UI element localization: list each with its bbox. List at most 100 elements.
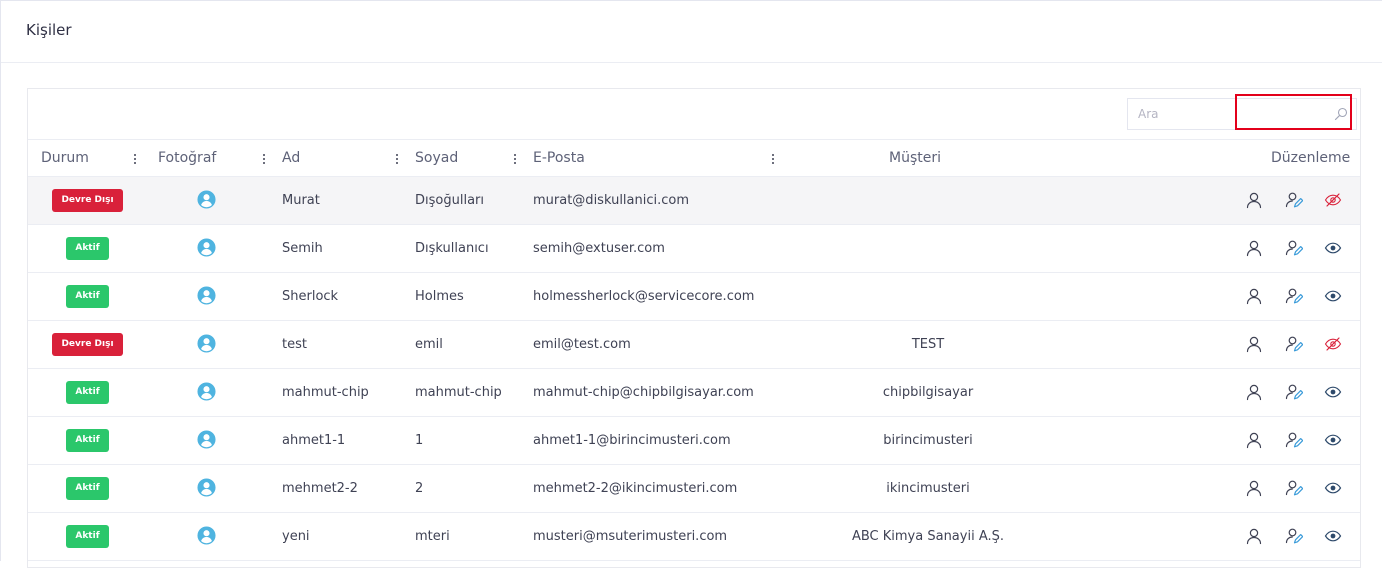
- page-header: Kişiler: [1, 1, 1382, 63]
- cell-first-name: yeni: [282, 529, 310, 544]
- column-menu-fotograf-icon[interactable]: [262, 154, 266, 166]
- avatar-icon: [197, 286, 216, 305]
- table-row: Aktif mehmet2-2 2 mehmet2-2@ikincimusteri.c…: [28, 465, 1360, 513]
- avatar-icon: [197, 526, 216, 545]
- eye-off-icon[interactable]: [1324, 191, 1342, 209]
- column-header-fotograf[interactable]: Fotoğraf: [158, 140, 216, 177]
- row-actions: [1233, 369, 1350, 416]
- cell-email: holmessherlock@servicecore.com: [533, 289, 755, 304]
- column-menu-durum-icon[interactable]: [133, 154, 137, 166]
- cell-customer: TEST: [911, 337, 945, 352]
- table-row: Aktif mahmut-chip mahmut-chip mahmut-chip@c…: [28, 369, 1360, 417]
- table-row: Aktif ahmet1-1 1 ahmet1-1@birincimusteri.co…: [28, 417, 1360, 465]
- column-menu-eposta-icon[interactable]: [771, 154, 775, 166]
- table-row: Aktif yeni mteri musteri@msuterimusteri.com…: [28, 513, 1360, 561]
- cell-first-name: ahmet1-1: [282, 433, 346, 448]
- view-user-icon[interactable]: [1245, 383, 1263, 401]
- cell-first-name: test: [282, 337, 307, 352]
- avatar-icon: [197, 334, 216, 353]
- eye-icon[interactable]: [1324, 479, 1342, 497]
- edit-user-icon[interactable]: [1285, 191, 1304, 209]
- column-header-durum[interactable]: Durum: [41, 140, 89, 177]
- cell-email: mehmet2-2@ikincimusteri.com: [533, 481, 738, 496]
- cell-customer: chipbilgisayar: [882, 385, 974, 400]
- view-user-icon[interactable]: [1245, 479, 1263, 497]
- view-user-icon[interactable]: [1245, 335, 1263, 353]
- status-badge: Aktif: [66, 381, 109, 404]
- contacts-table-panel: Durum Fotoğraf Ad Soyad E-Posta Müşteri …: [27, 88, 1361, 568]
- status-badge: Aktif: [66, 237, 109, 260]
- cell-last-name: Holmes: [415, 289, 464, 304]
- column-header-eposta[interactable]: E-Posta: [533, 140, 585, 177]
- eye-icon[interactable]: [1324, 527, 1342, 545]
- cell-email: murat@diskullanici.com: [533, 193, 690, 208]
- row-actions: [1233, 321, 1350, 368]
- cell-customer: [800, 225, 1056, 272]
- view-user-icon[interactable]: [1245, 239, 1263, 257]
- cell-customer: ABC Kimya Sanayii A.Ş.: [851, 529, 1005, 544]
- status-badge: Aktif: [66, 525, 109, 548]
- cell-last-name: Dışkullanıcı: [415, 241, 489, 256]
- cell-last-name: emil: [415, 337, 443, 352]
- edit-user-icon[interactable]: [1285, 287, 1304, 305]
- row-actions: [1233, 225, 1350, 272]
- edit-user-icon[interactable]: [1285, 239, 1304, 257]
- row-actions: [1233, 513, 1350, 560]
- view-user-icon[interactable]: [1245, 527, 1263, 545]
- avatar-icon: [197, 190, 216, 209]
- contacts-page: Kişiler Durum Fotoğraf Ad Soyad E-Posta …: [0, 0, 1382, 568]
- table-row: Aktif Sherlock Holmes holmessherlock@servic…: [28, 273, 1360, 321]
- cell-email: ahmet1-1@birincimusteri.com: [533, 433, 731, 448]
- cell-last-name: Dışoğulları: [415, 193, 484, 208]
- cell-first-name: Murat: [282, 193, 320, 208]
- cell-customer: [800, 273, 1056, 320]
- table-row: Devre Dışı Murat Dışoğulları murat@diskulla…: [28, 177, 1360, 225]
- cell-email: musteri@msuterimusteri.com: [533, 529, 728, 544]
- column-menu-ad-icon[interactable]: [395, 154, 399, 166]
- edit-user-icon[interactable]: [1285, 527, 1304, 545]
- status-badge: Aktif: [66, 477, 109, 500]
- cell-customer: [800, 177, 1056, 224]
- column-menu-soyad-icon[interactable]: [513, 154, 517, 166]
- eye-icon[interactable]: [1324, 287, 1342, 305]
- cell-customer: birincimusteri: [883, 433, 973, 448]
- cell-last-name: mahmut-chip: [415, 385, 502, 400]
- column-header-ad[interactable]: Ad: [282, 140, 300, 177]
- eye-icon[interactable]: [1324, 383, 1342, 401]
- cell-last-name: 1: [415, 433, 424, 448]
- cell-first-name: Semih: [282, 241, 323, 256]
- cell-last-name: mteri: [415, 529, 450, 544]
- edit-user-icon[interactable]: [1285, 479, 1304, 497]
- row-actions: [1233, 465, 1350, 512]
- view-user-icon[interactable]: [1245, 287, 1263, 305]
- cell-customer: ikincimusteri: [886, 481, 970, 496]
- edit-user-icon[interactable]: [1285, 383, 1304, 401]
- avatar-icon: [197, 382, 216, 401]
- status-badge: Aktif: [66, 429, 109, 452]
- table-row: Devre Dışı test emil emil@test.com TEST: [28, 321, 1360, 369]
- cell-email: mahmut-chip@chipbilgisayar.com: [533, 385, 754, 400]
- column-header-musteri[interactable]: Müşteri: [889, 140, 941, 177]
- column-header-duzenleme: Düzenleme: [1271, 150, 1351, 166]
- avatar-icon: [197, 430, 216, 449]
- eye-off-icon[interactable]: [1324, 335, 1342, 353]
- row-actions: [1233, 273, 1350, 320]
- view-user-icon[interactable]: [1245, 191, 1263, 209]
- status-badge: Devre Dışı: [52, 189, 123, 212]
- edit-user-icon[interactable]: [1285, 335, 1304, 353]
- status-badge: Aktif: [66, 285, 109, 308]
- cell-email: semih@extuser.com: [533, 241, 665, 256]
- eye-icon[interactable]: [1324, 239, 1342, 257]
- highlight-box: [1235, 94, 1352, 130]
- edit-user-icon[interactable]: [1285, 431, 1304, 449]
- cell-last-name: 2: [415, 481, 424, 496]
- cell-first-name: Sherlock: [282, 289, 339, 304]
- cell-email: emil@test.com: [533, 337, 631, 352]
- view-user-icon[interactable]: [1245, 431, 1263, 449]
- row-actions: [1233, 177, 1350, 224]
- cell-first-name: mahmut-chip: [282, 385, 369, 400]
- cell-first-name: mehmet2-2: [282, 481, 358, 496]
- eye-icon[interactable]: [1324, 431, 1342, 449]
- column-header-soyad[interactable]: Soyad: [415, 140, 458, 177]
- table-header: Durum Fotoğraf Ad Soyad E-Posta Müşteri …: [28, 139, 1360, 177]
